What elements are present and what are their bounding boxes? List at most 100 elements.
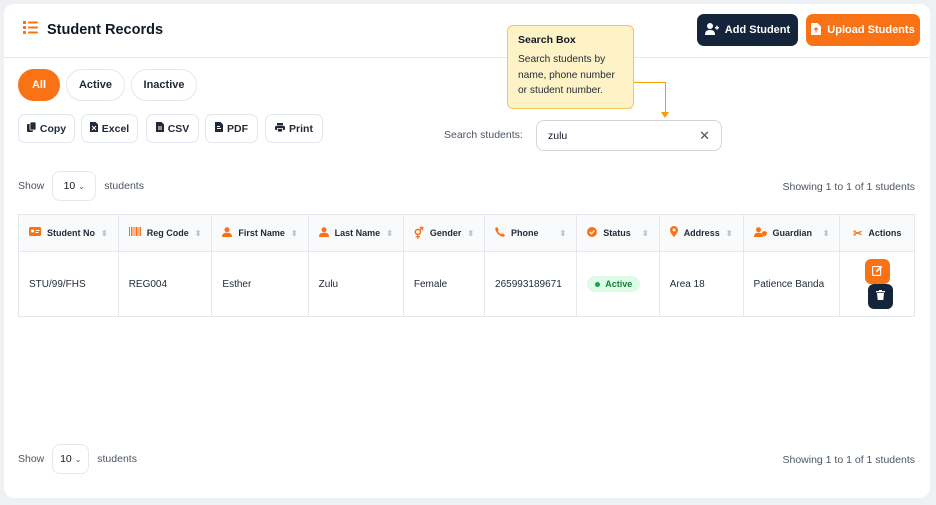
upload-students-button[interactable]: Upload Students — [806, 14, 920, 46]
add-student-button[interactable]: Add Student — [697, 14, 798, 46]
pdf-icon — [215, 122, 223, 135]
cell-status: Active — [576, 251, 660, 317]
csv-icon — [155, 122, 164, 135]
per-page-value: 10 — [60, 453, 72, 465]
sort-icon: ⬍ — [194, 228, 202, 238]
col-status[interactable]: Status ⬍ — [576, 214, 660, 252]
col-label: Address — [683, 228, 720, 238]
edit-icon — [871, 265, 883, 279]
col-label: Reg Code — [146, 228, 189, 238]
col-actions: ✂ Actions — [839, 214, 915, 252]
students-suffix: students — [104, 180, 144, 192]
tab-inactive[interactable]: Inactive — [131, 69, 197, 101]
tooltip-connector-vertical — [665, 82, 666, 114]
excel-label: Excel — [101, 122, 130, 135]
per-page-select[interactable]: 10 ⌄ — [52, 444, 90, 474]
chevron-down-icon: ⌄ — [74, 454, 82, 464]
col-label: Last Name — [334, 228, 381, 238]
tooltip-line: Search students by — [518, 54, 606, 65]
sort-icon: ⬍ — [641, 228, 649, 238]
copy-icon — [26, 121, 37, 135]
tooltip-body: Search students by name, phone number or… — [518, 52, 623, 99]
col-guardian[interactable]: Guardian ⬍ — [742, 214, 841, 252]
page-title: Student Records — [47, 22, 164, 38]
main-card: Student Records Add Student Upload Stude… — [4, 4, 930, 498]
cell-address: Area 18 — [658, 251, 744, 317]
tooltip-line: name, phone number — [518, 69, 615, 81]
upload-students-label: Upload Students — [827, 24, 915, 36]
col-label: Student No — [47, 228, 95, 238]
sort-icon: ⬍ — [101, 228, 108, 238]
sort-icon: ⬍ — [290, 228, 298, 238]
show-label: Show — [18, 453, 45, 465]
trash-icon — [875, 290, 885, 303]
students-suffix: students — [97, 453, 137, 465]
csv-label: CSV — [167, 122, 190, 135]
cell-actions — [839, 251, 915, 317]
tab-all-label: All — [31, 79, 47, 91]
cell-reg-code: REG004 — [117, 251, 213, 317]
tab-inactive-label: Inactive — [143, 79, 185, 91]
copy-label: Copy — [39, 122, 67, 135]
sort-icon: ⬍ — [822, 228, 830, 238]
clear-search-icon[interactable]: ✕ — [699, 128, 710, 144]
status-badge: Active — [587, 276, 641, 292]
tab-active[interactable]: Active — [66, 69, 125, 101]
pdf-label: PDF — [227, 122, 248, 135]
excel-button[interactable]: Excel — [81, 114, 138, 143]
cell-phone: 265993189671 — [484, 251, 578, 317]
csv-button[interactable]: CSV — [146, 114, 199, 143]
excel-icon — [89, 122, 98, 135]
pdf-button[interactable]: PDF — [205, 114, 258, 143]
tab-all[interactable]: All — [18, 69, 60, 101]
status-label: Active — [605, 279, 633, 289]
user-plus-icon — [704, 22, 719, 38]
show-label: Show — [18, 180, 45, 192]
tools-icon: ✂ — [853, 227, 863, 240]
list-icon — [23, 21, 38, 39]
print-button[interactable]: Print — [265, 114, 323, 143]
cell-student-no: STU/99/FHS — [18, 251, 119, 317]
table-header-row: Student No ⬍ Reg Code ⬍ First Name ⬍ Las… — [18, 214, 915, 252]
copy-button[interactable]: Copy — [18, 114, 75, 143]
col-address[interactable]: Address ⬍ — [658, 214, 744, 252]
search-label: Search students: — [444, 129, 523, 141]
entries-selector-bottom: Show 10 ⌄ students — [18, 444, 137, 474]
page-header: Student Records Add Student Upload Stude… — [4, 4, 930, 58]
tooltip-line: or student number. — [518, 85, 603, 96]
tooltip-connector — [634, 82, 666, 83]
print-label: Print — [289, 122, 313, 135]
col-gender[interactable]: ⚥ Gender ⬍ — [402, 214, 486, 252]
col-last-name[interactable]: Last Name ⬍ — [307, 214, 404, 252]
cell-guardian: Patience Banda — [742, 251, 841, 317]
col-first-name[interactable]: First Name ⬍ — [211, 214, 309, 252]
per-page-select[interactable]: 10 ⌄ — [52, 171, 97, 201]
edit-button[interactable] — [864, 259, 890, 284]
id-card-icon — [29, 227, 41, 239]
delete-button[interactable] — [867, 284, 893, 309]
entries-selector-top: Show 10 ⌄ students — [18, 171, 144, 201]
col-phone[interactable]: Phone ⬍ — [484, 214, 578, 252]
user-shield-icon — [753, 226, 767, 240]
showing-info-bottom: Showing 1 to 1 of 1 students — [782, 454, 915, 466]
add-student-label: Add Student — [724, 24, 791, 36]
sort-icon: ⬍ — [467, 228, 475, 238]
students-table: Student No ⬍ Reg Code ⬍ First Name ⬍ Las… — [18, 214, 915, 317]
col-label: Actions — [868, 228, 902, 238]
tooltip-title: Search Box — [518, 34, 576, 46]
status-dot-icon — [595, 281, 601, 287]
user-icon — [318, 226, 329, 240]
col-student-no[interactable]: Student No ⬍ — [18, 214, 119, 252]
phone-icon — [495, 226, 506, 240]
cell-first-name: Esther — [211, 251, 309, 317]
col-reg-code[interactable]: Reg Code ⬍ — [117, 214, 213, 252]
sort-icon: ⬍ — [559, 228, 567, 238]
map-pin-icon — [669, 226, 678, 240]
title-group: Student Records — [23, 21, 163, 39]
col-label: Guardian — [772, 228, 813, 238]
search-input[interactable]: zulu ✕ — [536, 120, 722, 151]
check-circle-icon — [587, 226, 598, 240]
search-tooltip: Search Box Search students by name, phon… — [507, 25, 634, 109]
table-row: STU/99/FHS REG004 Esther Zulu Female 265… — [18, 251, 915, 317]
gender-icon: ⚥ — [413, 227, 424, 240]
